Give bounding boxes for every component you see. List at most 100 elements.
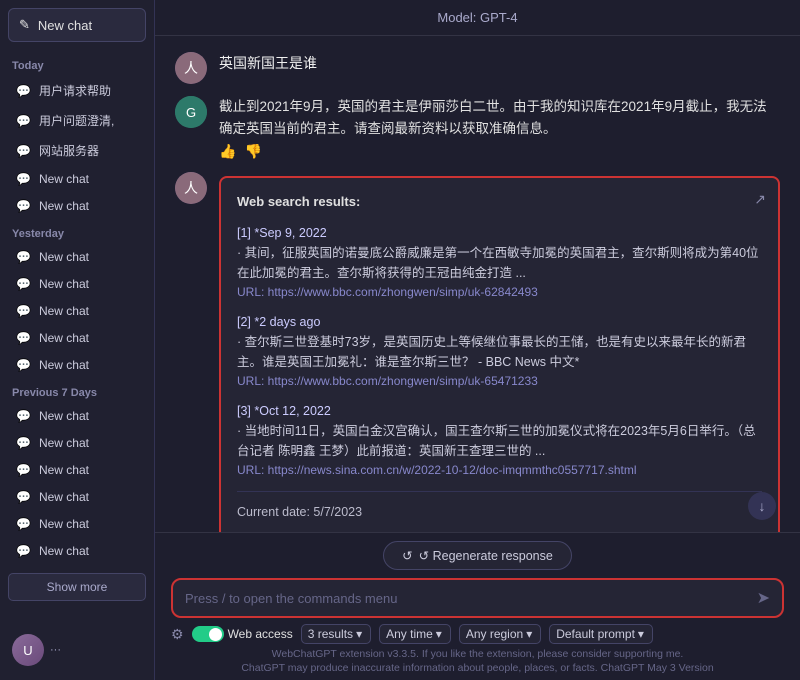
- chat-icon-13: 💬: [16, 490, 31, 504]
- prompt-chevron-icon: ▾: [638, 627, 644, 641]
- bottom-area: ↺ ↺ Regenerate response ➤ ⚙ Web access 3…: [155, 532, 800, 680]
- sidebar-item-2[interactable]: 💬 网站服务器: [8, 136, 146, 165]
- chat-icon-3: 💬: [16, 172, 31, 186]
- sidebar-item-label-6: New chat: [39, 277, 89, 291]
- sidebar-item-label-3: New chat: [39, 172, 89, 186]
- sidebar-item-7[interactable]: 💬 New chat: [8, 298, 146, 324]
- ws-result-3: [3] *Oct 12, 2022 · 当地时间11日，英国白金汉宫确认，国王查…: [237, 401, 762, 480]
- web-search-content: ↗ Web search results: [1] *Sep 9, 2022 ·…: [219, 172, 780, 532]
- web-search-box: ↗ Web search results: [1] *Sep 9, 2022 ·…: [219, 176, 780, 532]
- sidebar-item-3[interactable]: 💬 New chat: [8, 166, 146, 192]
- messages-area[interactable]: 人 英国新国王是谁 G 截止到2021年9月，英国的君主是伊丽莎白二世。由于我的…: [155, 36, 800, 532]
- sidebar-item-1[interactable]: 💬 用户问题澄清,: [8, 106, 146, 135]
- chat-icon-11: 💬: [16, 436, 31, 450]
- toggle-thumb: [209, 628, 222, 641]
- time-dropdown[interactable]: Any time ▾: [379, 624, 451, 644]
- ws-result-url-1: URL: https://www.bbc.com/zhongwen/simp/u…: [237, 283, 762, 302]
- sidebar-item-11[interactable]: 💬 New chat: [8, 430, 146, 456]
- ws-result-2: [2] *2 days ago · 查尔斯三世登基时73岁，是英国历史上等候继位…: [237, 312, 762, 391]
- settings-icon[interactable]: ⚙: [171, 626, 184, 643]
- user-msg-avatar-2: 人: [175, 172, 207, 204]
- show-more-label: Show more: [47, 580, 108, 594]
- user-message-1: 英国新国王是谁: [219, 52, 780, 74]
- web-access-label: Web access: [228, 627, 293, 641]
- ws-result-date-2: 2 days ago: [259, 315, 320, 329]
- sidebar-item-label-13: New chat: [39, 490, 89, 504]
- chat-icon-4: 💬: [16, 199, 31, 213]
- ws-result-date-1: Sep 9, 2022: [259, 226, 326, 240]
- model-label: Model: GPT-4: [437, 10, 517, 25]
- sidebar-item-4[interactable]: 💬 New chat: [8, 193, 146, 219]
- thumbs-up-icon-1[interactable]: 👍: [219, 143, 236, 160]
- chat-icon-1: 💬: [16, 114, 31, 128]
- ws-result-id-1: [1] *: [237, 226, 259, 240]
- ws-result-id-3: [3] *: [237, 404, 259, 418]
- chat-icon-7: 💬: [16, 304, 31, 318]
- prompt-dropdown[interactable]: Default prompt ▾: [549, 624, 653, 644]
- user-avatar-bar: U ···: [8, 628, 146, 672]
- scroll-to-bottom-button[interactable]: ↓: [748, 492, 776, 520]
- sidebar-item-9[interactable]: 💬 New chat: [8, 352, 146, 378]
- new-chat-icon: ✎: [19, 17, 30, 33]
- sidebar-item-label-7: New chat: [39, 304, 89, 318]
- chat-icon-14: 💬: [16, 517, 31, 531]
- svg-text:人: 人: [184, 180, 198, 196]
- web-search-header: Web search results:: [237, 192, 762, 213]
- sidebar-item-6[interactable]: 💬 New chat: [8, 271, 146, 297]
- ws-result-text-1: · 其间，征服英国的诺曼底公爵威廉是第一个在西敏寺加冕的英国君主，查尔斯则将成为…: [237, 243, 762, 283]
- chat-icon-8: 💬: [16, 331, 31, 345]
- input-wrapper: ➤: [171, 578, 784, 618]
- ws-result-text-3: · 当地时间11日，英国白金汉宫确认，国王查尔斯三世的加冕仪式将在2023年5月…: [237, 421, 762, 461]
- sidebar-section-today: Today: [12, 60, 142, 72]
- new-chat-button[interactable]: ✎ New chat: [8, 8, 146, 42]
- results-dropdown[interactable]: 3 results ▾: [301, 624, 371, 644]
- footer-text-1: WebChatGPT extension v3.3.5. If you like…: [171, 648, 784, 662]
- sidebar-item-0[interactable]: 💬 用户请求帮助: [8, 76, 146, 105]
- send-button[interactable]: ➤: [757, 588, 770, 608]
- sidebar-item-10[interactable]: 💬 New chat: [8, 403, 146, 429]
- region-label: Any region: [466, 627, 523, 641]
- gpt-msg-avatar-1: G: [175, 96, 207, 128]
- region-chevron-icon: ▾: [526, 627, 532, 641]
- sidebar-item-label-8: New chat: [39, 331, 89, 345]
- ws-result-date-3: Oct 12, 2022: [259, 404, 331, 418]
- sidebar-item-label-4: New chat: [39, 199, 89, 213]
- sidebar-item-label-12: New chat: [39, 463, 89, 477]
- chat-icon-6: 💬: [16, 277, 31, 291]
- ws-result-1: [1] *Sep 9, 2022 · 其间，征服英国的诺曼底公爵威廉是第一个在西…: [237, 223, 762, 302]
- thumbs-down-icon-1[interactable]: 👎: [244, 143, 261, 160]
- results-chevron-icon: ▾: [356, 627, 362, 641]
- chat-icon-0: 💬: [16, 84, 31, 98]
- sidebar-item-12[interactable]: 💬 New chat: [8, 457, 146, 483]
- prompt-label: Default prompt: [556, 627, 635, 641]
- sidebar-item-label-14: New chat: [39, 517, 89, 531]
- ws-current-date-text: Current date: 5/7/2023: [237, 502, 762, 522]
- web-access-toggle[interactable]: Web access: [192, 626, 293, 642]
- ws-result-title-2: [2] *2 days ago: [237, 312, 762, 332]
- ws-divider: [237, 491, 762, 492]
- time-label: Any time: [386, 627, 433, 641]
- sidebar-item-5[interactable]: 💬 New chat: [8, 244, 146, 270]
- sidebar-item-15[interactable]: 💬 New chat: [8, 538, 146, 564]
- region-dropdown[interactable]: Any region ▾: [459, 624, 541, 644]
- regenerate-icon: ↺: [402, 548, 412, 563]
- chat-icon-10: 💬: [16, 409, 31, 423]
- chat-icon-12: 💬: [16, 463, 31, 477]
- assistant-message-1: 截止到2021年9月，英国的君主是伊丽莎白二世。由于我的知识库在2021年9月截…: [219, 96, 780, 160]
- sidebar-item-label-5: New chat: [39, 250, 89, 264]
- results-label: 3 results: [308, 627, 353, 641]
- footer-1: WebChatGPT extension v3.3.5. If you like…: [272, 648, 684, 660]
- svg-text:人: 人: [184, 60, 198, 76]
- ws-result-title-3: [3] *Oct 12, 2022: [237, 401, 762, 421]
- top-bar: Model: GPT-4: [155, 0, 800, 36]
- chat-input[interactable]: [185, 591, 749, 606]
- external-link-icon[interactable]: ↗: [754, 188, 766, 210]
- sidebar-item-8[interactable]: 💬 New chat: [8, 325, 146, 351]
- sidebar-item-13[interactable]: 💬 New chat: [8, 484, 146, 510]
- ws-result-url-2: URL: https://www.bbc.com/zhongwen/simp/u…: [237, 372, 762, 391]
- sidebar-item-label-0: 用户请求帮助: [39, 82, 111, 99]
- toggle-track[interactable]: [192, 626, 224, 642]
- regenerate-button[interactable]: ↺ ↺ Regenerate response: [383, 541, 572, 570]
- sidebar-item-14[interactable]: 💬 New chat: [8, 511, 146, 537]
- show-more-button[interactable]: Show more: [8, 573, 146, 601]
